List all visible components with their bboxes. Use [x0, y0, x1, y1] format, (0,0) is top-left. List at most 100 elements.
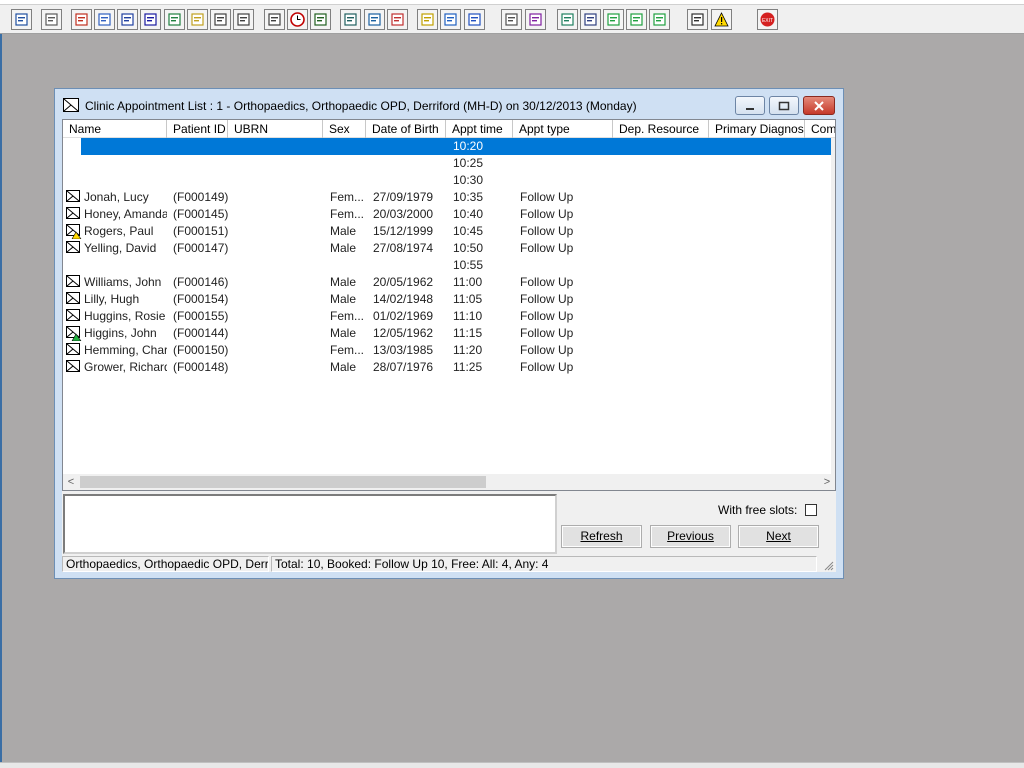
- appointment-list[interactable]: Name Patient ID UBRN Sex Date of Birth A…: [62, 119, 836, 491]
- cell-sex: [330, 155, 365, 172]
- flag-toolbar-button[interactable]: [233, 9, 254, 30]
- cell-appt-type: Follow Up: [520, 190, 574, 204]
- table-row[interactable]: Hemming, Char... (F000150) Fem... 13/03/198…: [63, 342, 835, 359]
- table-row[interactable]: Lilly, Hugh (F000154) Male 14/02/1948 11:05 F…: [63, 291, 835, 308]
- cards-toolbar-button[interactable]: [210, 9, 231, 30]
- vertical-scrollbar[interactable]: [831, 138, 835, 474]
- close-button[interactable]: [803, 96, 835, 115]
- certificate-icon: [344, 13, 357, 26]
- table-row[interactable]: 10:20: [63, 138, 835, 155]
- target-toolbar-button[interactable]: [387, 9, 408, 30]
- chart-toolbar-button[interactable]: [525, 9, 546, 30]
- note-toolbar-button[interactable]: [417, 9, 438, 30]
- column-ubrn[interactable]: UBRN: [228, 120, 323, 138]
- scroll-right-icon[interactable]: >: [819, 474, 835, 490]
- bed-toolbar-button[interactable]: [440, 9, 461, 30]
- table-row[interactable]: Jonah, Lucy (F000149) Fem... 27/09/1979 10:3…: [63, 189, 835, 206]
- card-edit-icon: [368, 13, 381, 26]
- previous-button[interactable]: Previous: [650, 525, 731, 548]
- search-icon: [268, 13, 281, 26]
- cell-sex: [330, 138, 365, 155]
- cell-ubrn: [234, 308, 324, 325]
- table-row[interactable]: Honey, Amanda (F000145) Fem... 20/03/2000 10…: [63, 206, 835, 223]
- horizontal-scrollbar[interactable]: < >: [63, 474, 835, 490]
- table-row[interactable]: Yelling, David (F000147) Male 27/08/1974 10:…: [63, 240, 835, 257]
- cell-ubrn: [234, 325, 324, 342]
- edit-icon: [98, 13, 111, 26]
- cell-appt-type: [520, 155, 610, 172]
- cell-ubrn: [234, 342, 324, 359]
- warning-toolbar-button[interactable]: [711, 9, 732, 30]
- svg-text:EXIT: EXIT: [762, 18, 773, 24]
- appointment-icon: [66, 309, 80, 321]
- cell-appt-type: [520, 138, 610, 155]
- book-toolbar-button[interactable]: [71, 9, 92, 30]
- column-patient-id[interactable]: Patient ID: [167, 120, 228, 138]
- maximize-icon: [778, 101, 790, 110]
- user-toolbar-button[interactable]: [11, 9, 32, 30]
- mail-toolbar-button[interactable]: [140, 9, 161, 30]
- minimize-button[interactable]: [735, 96, 765, 115]
- exchange-icon: [691, 13, 704, 26]
- table-row[interactable]: 10:25: [63, 155, 835, 172]
- cell-patient-id: (F000155): [173, 309, 229, 323]
- ambulance-toolbar-button[interactable]: [464, 9, 485, 30]
- column-primary-diagnosis[interactable]: Primary Diagnosis: [709, 120, 805, 138]
- exchange-toolbar-button[interactable]: [687, 9, 708, 30]
- notepad-icon: [191, 13, 204, 26]
- letter-toolbar-button[interactable]: [580, 9, 601, 30]
- table-row[interactable]: Huggins, Rosie (F000155) Fem... 01/02/1969 1…: [63, 308, 835, 325]
- table-row[interactable]: Higgins, John (F000144) Male 12/05/1962 11:1…: [63, 325, 835, 342]
- column-sex[interactable]: Sex: [323, 120, 366, 138]
- doctor-toolbar-button[interactable]: [164, 9, 185, 30]
- cell-sex: Male: [330, 224, 357, 238]
- maximize-button[interactable]: [769, 96, 799, 115]
- download-toolbar-button[interactable]: [626, 9, 647, 30]
- refresh-button[interactable]: Refresh: [561, 525, 642, 548]
- cell-ubrn: [234, 240, 324, 257]
- cell-ubrn: [234, 359, 324, 376]
- clock-toolbar-button[interactable]: [287, 9, 308, 30]
- appointment-icon: [66, 292, 80, 304]
- title-bar[interactable]: Clinic Appointment List : 1 - Orthopaedi…: [55, 89, 843, 119]
- card-edit-toolbar-button[interactable]: [364, 9, 385, 30]
- table-row[interactable]: 10:30: [63, 172, 835, 189]
- globe-toolbar-button[interactable]: [557, 9, 578, 30]
- column-dep-resource[interactable]: Dep. Resource: [613, 120, 709, 138]
- search-toolbar-button[interactable]: [264, 9, 285, 30]
- certificate-toolbar-button[interactable]: [340, 9, 361, 30]
- document-toolbar-button[interactable]: [501, 9, 522, 30]
- edit-toolbar-button[interactable]: [94, 9, 115, 30]
- grid-toolbar-button[interactable]: [117, 9, 138, 30]
- cell-dob: 27/09/1979: [373, 190, 434, 204]
- resize-grip-icon[interactable]: [822, 559, 834, 571]
- notepad-toolbar-button[interactable]: [187, 9, 208, 30]
- cell-name: [84, 172, 167, 189]
- column-appt-type[interactable]: Appt type: [513, 120, 613, 138]
- refresh-form-toolbar-button[interactable]: [649, 9, 670, 30]
- column-name[interactable]: Name: [63, 120, 167, 138]
- free-slots-checkbox[interactable]: [805, 504, 817, 516]
- cell-dob: [373, 155, 445, 172]
- table-row[interactable]: 10:55: [63, 257, 835, 274]
- printer-toolbar-button[interactable]: [41, 9, 62, 30]
- column-appt-time[interactable]: Appt time: [446, 120, 513, 138]
- exit-toolbar-button[interactable]: EXIT: [757, 9, 778, 30]
- taskbar-strip: [0, 762, 1024, 768]
- scroll-left-icon[interactable]: <: [63, 474, 79, 490]
- cell-appt-type: [520, 172, 610, 189]
- ambulance-icon: [468, 13, 481, 26]
- tick-form-toolbar-button[interactable]: [603, 9, 624, 30]
- column-dob[interactable]: Date of Birth: [366, 120, 446, 138]
- column-comments[interactable]: Comm: [805, 120, 835, 138]
- next-button[interactable]: Next: [738, 525, 819, 548]
- table-row[interactable]: Rogers, Paul (F000151) Male 15/12/1999 10:45…: [63, 223, 835, 240]
- monitor-toolbar-button[interactable]: [310, 9, 331, 30]
- scrollbar-thumb[interactable]: [80, 476, 486, 488]
- appointment-icon: [66, 343, 80, 355]
- cell-sex: Fem...: [330, 207, 365, 221]
- table-row[interactable]: Grower, Richard (F000148) Male 28/07/1976 11…: [63, 359, 835, 376]
- notes-box[interactable]: [63, 494, 557, 554]
- cell-appt-time: 11:20: [453, 343, 483, 357]
- table-row[interactable]: Williams, John (F000146) Male 20/05/1962 11:…: [63, 274, 835, 291]
